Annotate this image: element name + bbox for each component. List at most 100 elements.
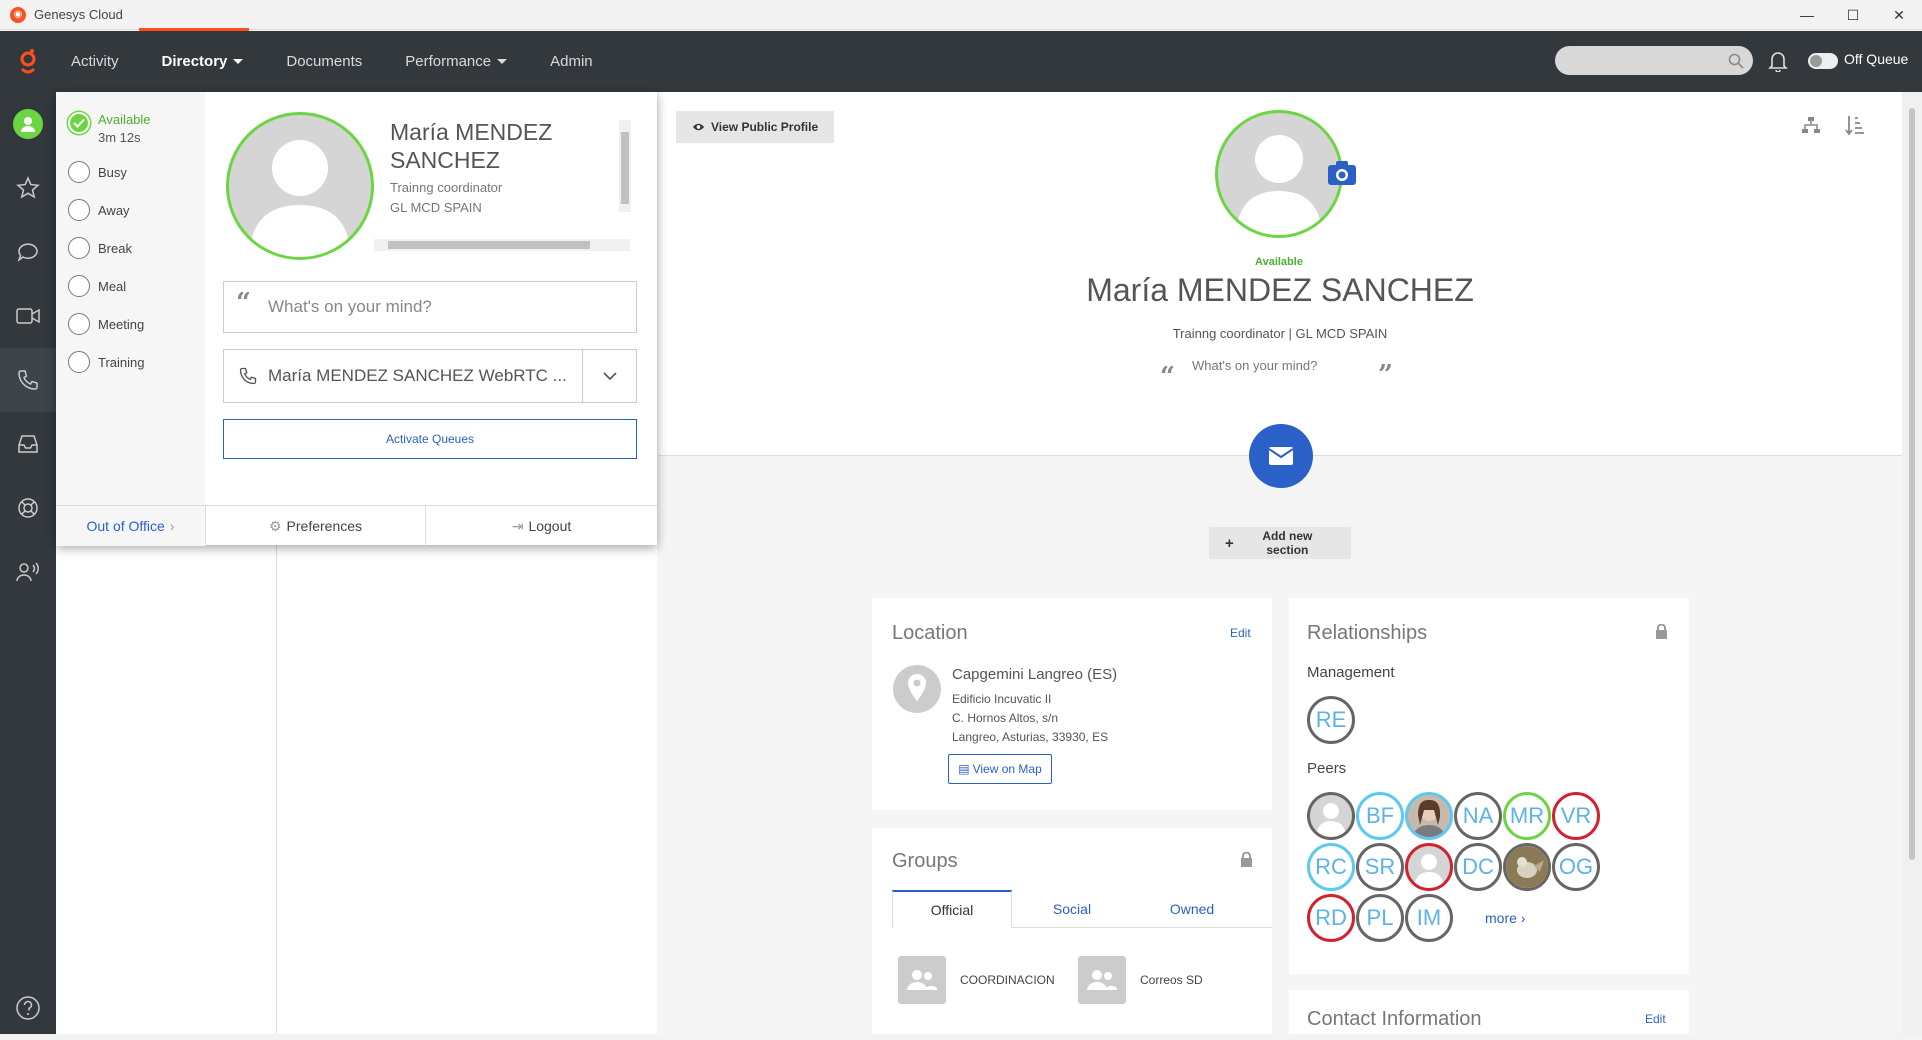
avatar[interactable] bbox=[1405, 843, 1453, 891]
search-input[interactable] bbox=[1555, 46, 1753, 75]
status-away[interactable]: Away bbox=[68, 199, 130, 221]
popup-info-hscrollbar[interactable] bbox=[374, 239, 630, 251]
group-item[interactable]: COORDINACION bbox=[898, 956, 1055, 1004]
tab-owned[interactable]: Owned bbox=[1132, 890, 1252, 928]
status-busy[interactable]: Busy bbox=[68, 161, 127, 183]
phone-icon bbox=[18, 370, 38, 390]
activate-queues-button[interactable]: Activate Queues bbox=[223, 419, 637, 459]
inbox-icon bbox=[18, 435, 38, 453]
phone-selector[interactable]: María MENDEZ SANCHEZ WebRTC ... bbox=[223, 349, 637, 403]
checkmark-icon bbox=[68, 112, 90, 134]
avatar-photo[interactable] bbox=[1503, 843, 1551, 891]
sidebar-profile[interactable] bbox=[0, 92, 56, 156]
queue-status-label: Off Queue bbox=[1844, 51, 1909, 67]
sidebar-help-center[interactable] bbox=[0, 476, 56, 540]
sidebar-phone[interactable] bbox=[0, 348, 56, 412]
maximize-button[interactable]: ☐ bbox=[1830, 0, 1876, 30]
avatar[interactable]: RD bbox=[1307, 894, 1355, 942]
relationships-title: Relationships bbox=[1307, 622, 1428, 644]
status-break[interactable]: Break bbox=[68, 237, 132, 259]
view-public-profile-button[interactable]: View Public Profile bbox=[676, 111, 835, 143]
profile-avatar[interactable] bbox=[1215, 110, 1343, 238]
camera-icon[interactable] bbox=[1327, 160, 1357, 186]
close-window-button[interactable]: ✕ bbox=[1876, 0, 1922, 30]
avatar[interactable] bbox=[1307, 792, 1355, 840]
tab-official[interactable]: Official bbox=[892, 890, 1012, 928]
radio-button bbox=[68, 199, 90, 221]
profile-mind[interactable]: What's on your mind? bbox=[1192, 358, 1317, 373]
minimize-button[interactable]: — bbox=[1784, 0, 1830, 30]
whats-on-your-mind-input[interactable]: “ What's on your mind? bbox=[223, 281, 637, 333]
nav-performance-label: Performance bbox=[405, 53, 492, 70]
avatar[interactable]: NA bbox=[1454, 792, 1502, 840]
view-on-map-button[interactable]: ▤ View on Map bbox=[948, 754, 1052, 784]
view-public-profile-label: View Public Profile bbox=[711, 120, 819, 134]
sidebar-voice[interactable] bbox=[0, 540, 56, 604]
star-icon bbox=[16, 176, 40, 199]
popup-avatar[interactable] bbox=[226, 112, 374, 260]
notifications-bell-icon[interactable] bbox=[1768, 50, 1788, 72]
avatar[interactable]: PL bbox=[1356, 894, 1404, 942]
queue-toggle[interactable] bbox=[1808, 53, 1838, 69]
avatar[interactable]: RE bbox=[1307, 696, 1355, 744]
logout-button[interactable]: ⇥ Logout bbox=[426, 506, 657, 546]
status-training[interactable]: Training bbox=[68, 351, 144, 373]
group-item[interactable]: Correos SD bbox=[1078, 956, 1203, 1004]
contact-edit-link[interactable]: Edit bbox=[1645, 1012, 1666, 1026]
nav-documents[interactable]: Documents bbox=[286, 53, 362, 70]
groups-card: Groups Official Social Owned COORDINACIO… bbox=[872, 828, 1272, 1034]
add-new-section-button[interactable]: + Add new section bbox=[1209, 527, 1351, 559]
nav-admin[interactable]: Admin bbox=[550, 53, 593, 70]
sidebar-chat[interactable] bbox=[0, 220, 56, 284]
status-meal[interactable]: Meal bbox=[68, 275, 126, 297]
map-icon: ▤ bbox=[958, 762, 970, 776]
avatar[interactable]: VR bbox=[1552, 792, 1600, 840]
chevron-right-icon: › bbox=[169, 518, 175, 534]
window-titlebar: ◉ Genesys Cloud — ☐ ✕ bbox=[0, 0, 1922, 31]
preferences-button[interactable]: ⚙ Preferences bbox=[205, 506, 426, 546]
sidebar-help[interactable] bbox=[0, 976, 56, 1040]
more-peers-link[interactable]: more › bbox=[1485, 910, 1525, 926]
contact-information-title: Contact Information bbox=[1307, 1008, 1482, 1030]
avatar[interactable]: IM bbox=[1405, 894, 1453, 942]
avatar[interactable]: DC bbox=[1454, 843, 1502, 891]
popup-info-vscrollbar[interactable] bbox=[619, 120, 631, 212]
open-quote-icon: “ bbox=[1160, 362, 1175, 392]
genesys-logo-icon[interactable] bbox=[0, 31, 56, 92]
search-icon bbox=[1728, 53, 1744, 69]
avatar[interactable]: BF bbox=[1356, 792, 1404, 840]
scrollbar-thumb[interactable] bbox=[388, 241, 590, 249]
radio-button bbox=[68, 313, 90, 335]
tab-social[interactable]: Social bbox=[1012, 890, 1132, 928]
sidebar-favorites[interactable] bbox=[0, 156, 56, 220]
avatar[interactable]: OG bbox=[1552, 843, 1600, 891]
profile-name: María MENDEZ SANCHEZ bbox=[1086, 272, 1474, 308]
phone-dropdown-toggle[interactable] bbox=[582, 350, 636, 402]
status-list: Available 3m 12s Busy Away Break Meal Me… bbox=[56, 92, 205, 505]
nav-directory[interactable]: Directory bbox=[162, 53, 244, 70]
location-line1: Edificio Incuvatic II bbox=[952, 692, 1052, 706]
org-chart-icon[interactable] bbox=[1801, 116, 1821, 134]
sidebar-inbox[interactable] bbox=[0, 412, 56, 476]
quote-icon: “ bbox=[236, 288, 251, 318]
sort-icon[interactable] bbox=[1845, 114, 1865, 136]
avatar-photo[interactable] bbox=[1405, 792, 1453, 840]
popup-name: María MENDEZ SANCHEZ bbox=[390, 119, 553, 173]
location-edit-link[interactable]: Edit bbox=[1230, 626, 1251, 640]
status-available[interactable]: Available 3m 12s bbox=[68, 112, 151, 145]
out-of-office-button[interactable]: Out of Office › bbox=[56, 506, 205, 546]
avatar[interactable]: RC bbox=[1307, 843, 1355, 891]
send-email-button[interactable] bbox=[1249, 424, 1313, 488]
logout-label: Logout bbox=[528, 518, 572, 534]
vertical-scrollbar[interactable] bbox=[1902, 92, 1922, 1034]
scrollbar-thumb[interactable] bbox=[621, 132, 629, 204]
popup-footer: Out of Office › ⚙ Preferences ⇥ Logout bbox=[56, 505, 657, 546]
status-meeting[interactable]: Meeting bbox=[68, 313, 144, 335]
nav-performance[interactable]: Performance bbox=[405, 53, 508, 70]
nav-activity[interactable]: Activity bbox=[71, 53, 119, 70]
lock-icon bbox=[1656, 624, 1667, 639]
scrollbar-thumb[interactable] bbox=[1909, 108, 1915, 860]
avatar[interactable]: MR bbox=[1503, 792, 1551, 840]
sidebar-video[interactable] bbox=[0, 284, 56, 348]
avatar[interactable]: SR bbox=[1356, 843, 1404, 891]
